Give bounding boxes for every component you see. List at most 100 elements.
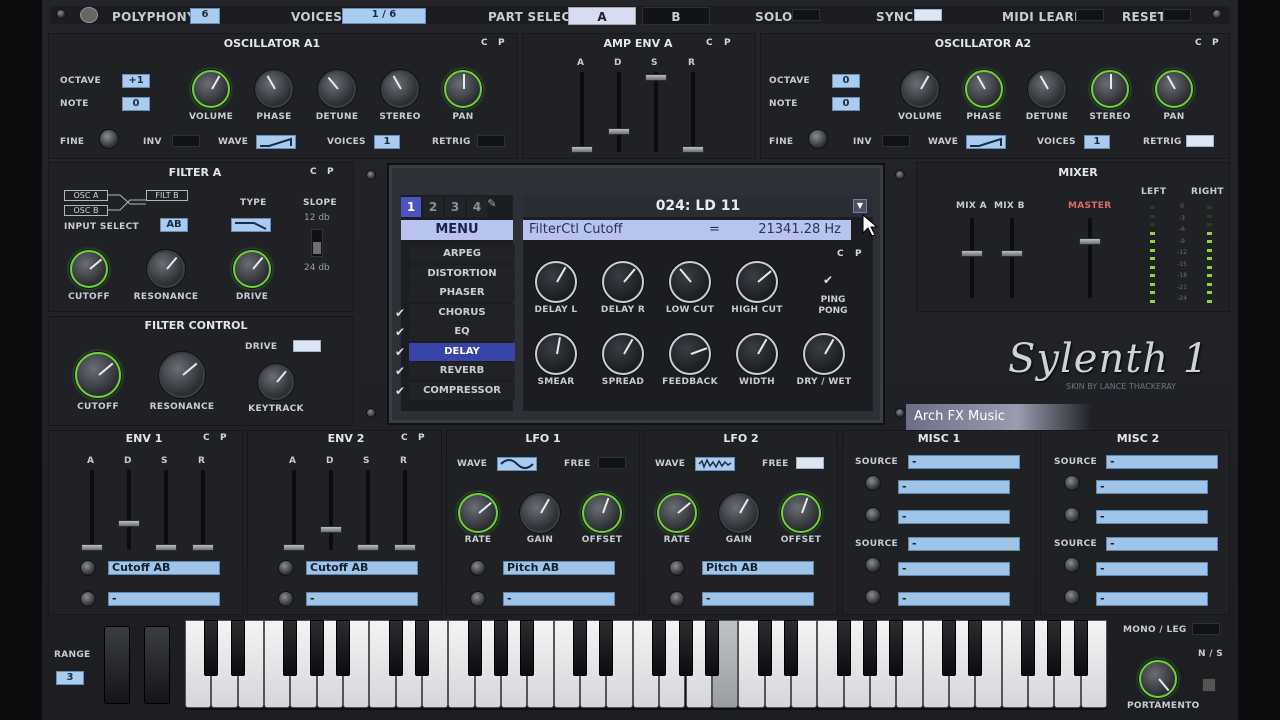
filter-control-resonance-knob[interactable] [159, 352, 205, 398]
black-key[interactable] [836, 620, 851, 676]
black-key[interactable] [573, 620, 588, 676]
preset-name[interactable]: 024: LD 11 [523, 195, 873, 217]
amp-env-d-fader[interactable] [608, 72, 630, 152]
lfo2-dest2[interactable]: - [702, 592, 814, 606]
osc-a1-detune-knob[interactable] [318, 70, 356, 108]
misc2-source-1[interactable]: - [1106, 455, 1218, 469]
env1-dest1-amount-knob[interactable] [80, 560, 96, 576]
black-key[interactable] [1020, 620, 1035, 676]
midi-learn-switch[interactable] [1076, 9, 1104, 21]
amp-env-copy[interactable]: C [706, 38, 713, 48]
reverb-check-icon[interactable]: ✔ [393, 362, 407, 380]
master-fader[interactable] [1079, 218, 1101, 298]
solo-switch[interactable] [792, 9, 820, 21]
filter-a-copy[interactable]: C [310, 167, 317, 177]
lfo2-dest1-amount-knob[interactable] [669, 560, 685, 576]
delay-smear-knob[interactable] [535, 333, 577, 375]
misc1-amount-knob[interactable] [865, 589, 881, 605]
inv-switch[interactable] [882, 135, 910, 147]
slope-switch[interactable] [311, 229, 323, 257]
misc1-amount-knob[interactable] [865, 475, 881, 491]
black-key[interactable] [494, 620, 509, 676]
amp-env-r-fader[interactable] [682, 72, 704, 153]
fader-cap[interactable] [645, 74, 667, 81]
filter-a-cutoff-knob[interactable] [70, 250, 108, 288]
black-key[interactable] [941, 620, 956, 676]
env1-a-fader[interactable] [81, 470, 103, 551]
env2-dest2[interactable]: - [306, 592, 418, 606]
filter-type-selector[interactable] [231, 218, 271, 232]
fader-cap[interactable] [1079, 238, 1101, 245]
black-key[interactable] [520, 620, 535, 676]
fader-cap[interactable] [192, 544, 214, 551]
fx-eq[interactable]: EQ [409, 323, 515, 341]
misc2-dest[interactable]: - [1096, 562, 1208, 576]
fader-cap[interactable] [357, 544, 379, 551]
voices-value[interactable]: 1 [1084, 135, 1110, 149]
osc-a1-volume-knob[interactable] [192, 70, 230, 108]
osc-a2-pan-knob[interactable] [1155, 70, 1193, 108]
osc-a1-paste[interactable]: P [498, 38, 505, 48]
misc1-source-2[interactable]: - [908, 537, 1020, 551]
misc1-amount-knob[interactable] [865, 507, 881, 523]
env2-s-fader[interactable] [357, 470, 379, 551]
delay-low-cut-knob[interactable] [669, 261, 711, 303]
misc2-source-2[interactable]: - [1106, 537, 1218, 551]
lfo1-gain-knob[interactable] [520, 493, 560, 533]
note-value[interactable]: 0 [832, 97, 860, 111]
black-key[interactable] [283, 620, 298, 676]
fader-cap[interactable] [608, 128, 630, 135]
delay-feedback-knob[interactable] [669, 333, 711, 375]
lfo2-dest1[interactable]: Pitch AB [702, 561, 814, 575]
misc1-source-1[interactable]: - [908, 455, 1020, 469]
env2-dest2-amount-knob[interactable] [278, 591, 294, 607]
filter-control-keytrack-knob[interactable] [258, 364, 294, 400]
delay-check-icon[interactable]: ✔ [393, 343, 407, 361]
fader-cap[interactable] [961, 250, 983, 257]
env1-s-fader[interactable] [155, 470, 177, 551]
env1-paste[interactable]: P [220, 433, 227, 443]
fx-distortion[interactable]: DISTORTION [409, 264, 515, 283]
osc-a2-copy[interactable]: C [1195, 38, 1202, 48]
delay-delay-r-knob[interactable] [602, 261, 644, 303]
lfo1-dest1[interactable]: Pitch AB [503, 561, 615, 575]
env2-a-fader[interactable] [283, 470, 305, 551]
filter-a-resonance-knob[interactable] [147, 250, 185, 288]
misc2-dest[interactable]: - [1096, 480, 1208, 494]
black-key[interactable] [889, 620, 904, 676]
misc2-amount-knob[interactable] [1064, 557, 1080, 573]
osc-a2-detune-knob[interactable] [1028, 70, 1066, 108]
eq-check-icon[interactable]: ✔ [393, 323, 407, 341]
filter-control-cutoff-knob[interactable] [75, 352, 121, 398]
env2-copy[interactable]: C [401, 433, 408, 443]
fader-cap[interactable] [682, 146, 704, 153]
lfo2-dest2-amount-knob[interactable] [669, 591, 685, 607]
black-key[interactable] [1047, 620, 1062, 676]
fader-cap[interactable] [118, 520, 140, 527]
mono-leg-switch[interactable] [1192, 623, 1220, 635]
mix-b-fader[interactable] [1001, 218, 1023, 298]
black-key[interactable] [783, 620, 798, 676]
range-value[interactable]: 3 [56, 671, 84, 685]
delay-width-knob[interactable] [736, 333, 778, 375]
octave-value[interactable]: +1 [122, 74, 150, 88]
preset-tab-2[interactable]: 2 [423, 197, 443, 217]
osc-a1-stereo-knob[interactable] [381, 70, 419, 108]
lfo1-offset-knob[interactable] [582, 493, 622, 533]
delay-high-cut-knob[interactable] [736, 261, 778, 303]
misc2-amount-knob[interactable] [1064, 507, 1080, 523]
misc1-dest[interactable]: - [898, 480, 1010, 494]
black-key[interactable] [862, 620, 877, 676]
lfo1-wave-selector[interactable] [497, 457, 537, 471]
preset-tab-3[interactable]: 3 [445, 197, 465, 217]
env2-d-fader[interactable] [320, 470, 342, 550]
black-key[interactable] [230, 620, 245, 676]
fine-knob[interactable] [808, 129, 828, 149]
black-key[interactable] [309, 620, 324, 676]
black-key[interactable] [652, 620, 667, 676]
wave-selector[interactable] [256, 135, 296, 149]
drive-switch[interactable] [293, 340, 321, 352]
amp-env-s-fader[interactable] [645, 72, 667, 152]
fx-arpeg[interactable]: ARPEG [409, 245, 515, 263]
fader-cap[interactable] [1001, 250, 1023, 257]
